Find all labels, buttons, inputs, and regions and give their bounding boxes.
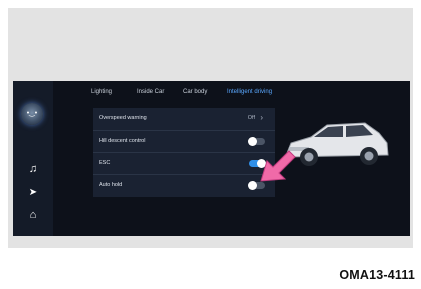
setting-value: Off: [247, 115, 255, 121]
arrow-indicator-icon: [260, 150, 296, 182]
figure-caption: OMA13-4111: [339, 268, 415, 282]
setting-label: Hill descent control: [99, 138, 146, 144]
setting-row-overspeed-warning[interactable]: Overspeed warning Off ›: [93, 108, 275, 130]
setting-row-hill-descent-control[interactable]: Hill descent control: [93, 130, 275, 153]
lock-icon[interactable]: ⌂: [13, 209, 53, 221]
tab-lighting[interactable]: Lighting: [91, 89, 112, 95]
chevron-right-icon: ›: [260, 113, 263, 122]
toggle-knob: [248, 181, 257, 190]
tab-inside-car[interactable]: Inside Car: [137, 89, 164, 95]
setting-label: Auto hold: [99, 182, 123, 188]
hill-descent-toggle[interactable]: [248, 137, 265, 146]
auto-hold-toggle[interactable]: [248, 181, 265, 190]
tab-car-body[interactable]: Car body: [183, 89, 207, 95]
setting-row-auto-hold[interactable]: Auto hold: [93, 174, 275, 197]
navigation-icon[interactable]: ➤: [13, 187, 53, 198]
settings-panel: Overspeed warning Off › Hill descent con…: [93, 108, 275, 197]
toggle-knob: [248, 137, 257, 146]
car-image: [284, 122, 389, 166]
setting-label: ESC: [99, 160, 111, 166]
tab-intelligent-driving[interactable]: Intelligent driving: [227, 89, 272, 95]
infotainment-screen: •‿• ♫ ➤ ⌂ Lighting Inside Car Car body I…: [13, 81, 410, 236]
left-rail: •‿• ♫ ➤ ⌂: [13, 81, 53, 236]
home-icon[interactable]: •‿•: [21, 103, 43, 125]
setting-label: Overspeed warning: [99, 115, 147, 121]
music-icon[interactable]: ♫: [13, 163, 53, 175]
setting-row-esc[interactable]: ESC: [93, 152, 275, 175]
